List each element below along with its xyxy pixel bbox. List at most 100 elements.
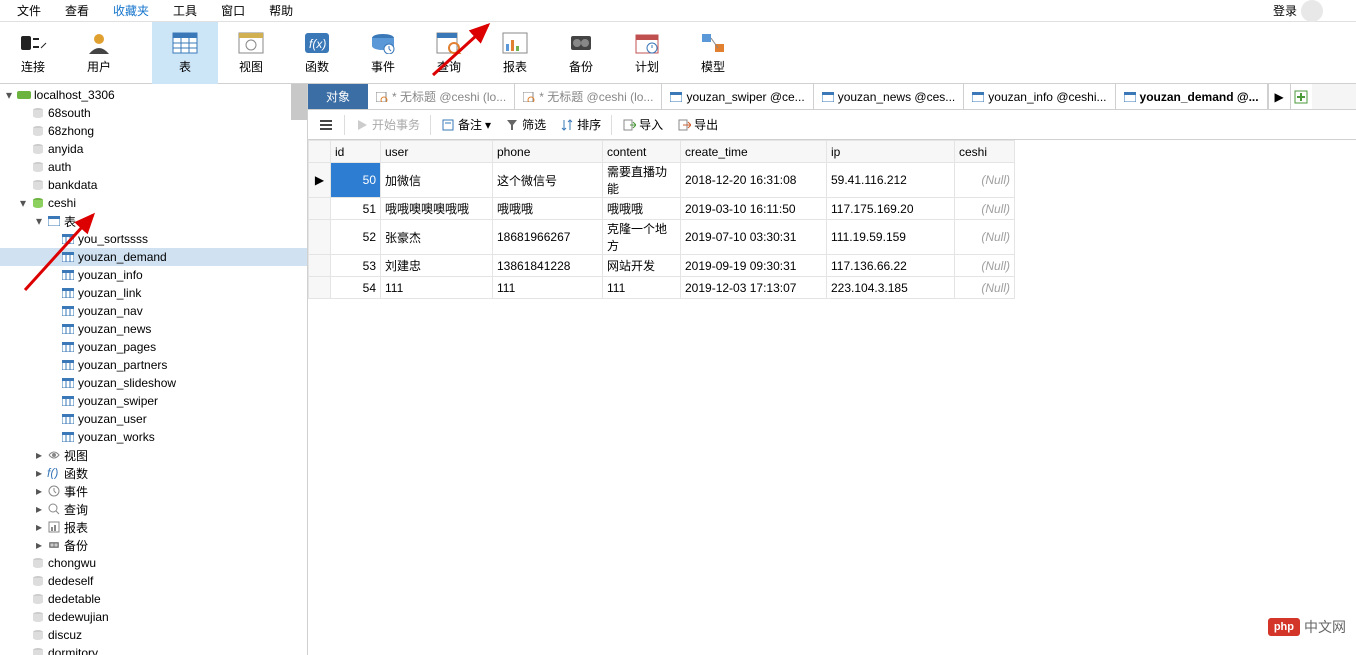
tree-db[interactable]: dedewujian	[0, 608, 307, 626]
tree-table[interactable]: youzan_works	[0, 428, 307, 446]
toolbar-table[interactable]: 表	[152, 22, 218, 84]
filter-button[interactable]: 筛选	[499, 114, 552, 135]
tree-node-view[interactable]: ▸视图	[0, 446, 307, 464]
toolbar-model[interactable]: 模型	[680, 22, 746, 84]
menu-help[interactable]: 帮助	[257, 0, 305, 21]
cell-content[interactable]: 网站开发	[603, 255, 681, 277]
tree-connection[interactable]: ▾ localhost_3306	[0, 86, 307, 104]
tree-table[interactable]: youzan_demand	[0, 248, 307, 266]
tab-item[interactable]: youzan_news @ces...	[814, 84, 965, 109]
tree-table[interactable]: youzan_pages	[0, 338, 307, 356]
toolbar-view[interactable]: 视图	[218, 22, 284, 84]
column-header[interactable]: user	[381, 141, 493, 163]
tree-db[interactable]: dedetable	[0, 590, 307, 608]
cell-create-time[interactable]: 2019-12-03 17:13:07	[681, 277, 827, 299]
tree-node-fx[interactable]: ▸f()函数	[0, 464, 307, 482]
expand-icon[interactable]: ▸	[32, 502, 46, 516]
cell-create-time[interactable]: 2019-07-10 03:30:31	[681, 220, 827, 255]
tree-node-event[interactable]: ▸事件	[0, 482, 307, 500]
tab-item[interactable]: * 无标题 @ceshi (lo...	[368, 84, 515, 109]
tab-scroll-right-icon[interactable]: ▶	[1268, 84, 1290, 109]
toolbar-user[interactable]: 用户	[66, 22, 132, 84]
toolbar-plan[interactable]: 计划	[614, 22, 680, 84]
tab-item[interactable]: * 无标题 @ceshi (lo...	[515, 84, 662, 109]
menu-view[interactable]: 查看	[53, 0, 101, 21]
tree-table[interactable]: youzan_swiper	[0, 392, 307, 410]
table-row[interactable]: 52 张豪杰 18681966267 克隆一个地方 2019-07-10 03:…	[309, 220, 1015, 255]
tree-db[interactable]: 68zhong	[0, 122, 307, 140]
tree-db[interactable]: anyida	[0, 140, 307, 158]
cell-content[interactable]: 哦哦哦	[603, 198, 681, 220]
tree-tables-folder[interactable]: ▾ 表	[0, 212, 307, 230]
expand-icon[interactable]: ▸	[32, 538, 46, 552]
cell-phone[interactable]: 111	[493, 277, 603, 299]
tree-table[interactable]: youzan_news	[0, 320, 307, 338]
cell-content[interactable]: 111	[603, 277, 681, 299]
cell-ip[interactable]: 117.136.66.22	[827, 255, 955, 277]
column-header[interactable]: ip	[827, 141, 955, 163]
cell-user[interactable]: 张豪杰	[381, 220, 493, 255]
tree-db[interactable]: 68south	[0, 104, 307, 122]
tree-table[interactable]: youzan_partners	[0, 356, 307, 374]
scrollbar-thumb[interactable]	[291, 84, 307, 120]
tab-objects[interactable]: 对象	[308, 84, 368, 109]
expand-icon[interactable]: ▸	[32, 484, 46, 498]
tree-table[interactable]: youzan_link	[0, 284, 307, 302]
begin-transaction-button[interactable]: 开始事务	[349, 114, 426, 135]
tree-db[interactable]: chongwu	[0, 554, 307, 572]
column-header[interactable]: id	[331, 141, 381, 163]
tab-item[interactable]: youzan_swiper @ce...	[662, 84, 813, 109]
toolbar-connect[interactable]: 连接	[0, 22, 66, 84]
cell-ceshi[interactable]: (Null)	[955, 277, 1015, 299]
cell-create-time[interactable]: 2019-09-19 09:30:31	[681, 255, 827, 277]
tree-node-backup[interactable]: ▸备份	[0, 536, 307, 554]
toolbar-backup[interactable]: 备份	[548, 22, 614, 84]
cell-phone[interactable]: 13861841228	[493, 255, 603, 277]
tree-table[interactable]: youzan_slideshow	[0, 374, 307, 392]
tab-item[interactable]: youzan_demand @...	[1116, 84, 1268, 109]
cell-user[interactable]: 加微信	[381, 163, 493, 198]
cell-ip[interactable]: 111.19.59.159	[827, 220, 955, 255]
cell-phone[interactable]: 18681966267	[493, 220, 603, 255]
menu-favorites[interactable]: 收藏夹	[101, 0, 161, 21]
cell-user[interactable]: 刘建忠	[381, 255, 493, 277]
cell-content[interactable]: 需要直播功能	[603, 163, 681, 198]
menu-window[interactable]: 窗口	[209, 0, 257, 21]
cell-ceshi[interactable]: (Null)	[955, 255, 1015, 277]
column-header[interactable]: ceshi	[955, 141, 1015, 163]
tab-add-icon[interactable]	[1290, 84, 1312, 109]
tree-db[interactable]: dedeself	[0, 572, 307, 590]
table-row[interactable]: 54 111 111 111 2019-12-03 17:13:07 223.1…	[309, 277, 1015, 299]
connection-tree[interactable]: ▾ localhost_3306 68south68zhonganyidaaut…	[0, 84, 308, 655]
cell-ceshi[interactable]: (Null)	[955, 163, 1015, 198]
toolbar-event[interactable]: 事件	[350, 22, 416, 84]
tree-table[interactable]: youzan_nav	[0, 302, 307, 320]
note-button[interactable]: 备注 ▾	[435, 114, 497, 135]
cell-ip[interactable]: 117.175.169.20	[827, 198, 955, 220]
cell-create-time[interactable]: 2019-03-10 16:11:50	[681, 198, 827, 220]
expand-icon[interactable]: ▸	[32, 448, 46, 462]
menu-tools[interactable]: 工具	[161, 0, 209, 21]
cell-phone[interactable]: 哦哦哦	[493, 198, 603, 220]
table-row[interactable]: 51 哦哦噢噢噢哦哦 哦哦哦 哦哦哦 2019-03-10 16:11:50 1…	[309, 198, 1015, 220]
expand-icon[interactable]: ▸	[32, 466, 46, 480]
column-header[interactable]: content	[603, 141, 681, 163]
cell-ip[interactable]: 223.104.3.185	[827, 277, 955, 299]
tree-table[interactable]: youzan_info	[0, 266, 307, 284]
cell-id[interactable]: 51	[331, 198, 381, 220]
tree-node-query[interactable]: ▸查询	[0, 500, 307, 518]
cell-user[interactable]: 111	[381, 277, 493, 299]
cell-id[interactable]: 53	[331, 255, 381, 277]
tree-db-open[interactable]: ▾ ceshi	[0, 194, 307, 212]
toolbar-query[interactable]: 查询	[416, 22, 482, 84]
tree-table[interactable]: youzan_user	[0, 410, 307, 428]
expand-icon[interactable]: ▾	[32, 214, 46, 228]
sort-button[interactable]: 排序	[554, 114, 607, 135]
toolbar-report[interactable]: 报表	[482, 22, 548, 84]
export-button[interactable]: 导出	[671, 114, 724, 135]
menu-file[interactable]: 文件	[5, 0, 53, 21]
cell-ceshi[interactable]: (Null)	[955, 220, 1015, 255]
tab-item[interactable]: youzan_info @ceshi...	[964, 84, 1115, 109]
column-header[interactable]: phone	[493, 141, 603, 163]
cell-id[interactable]: 50	[331, 163, 381, 198]
